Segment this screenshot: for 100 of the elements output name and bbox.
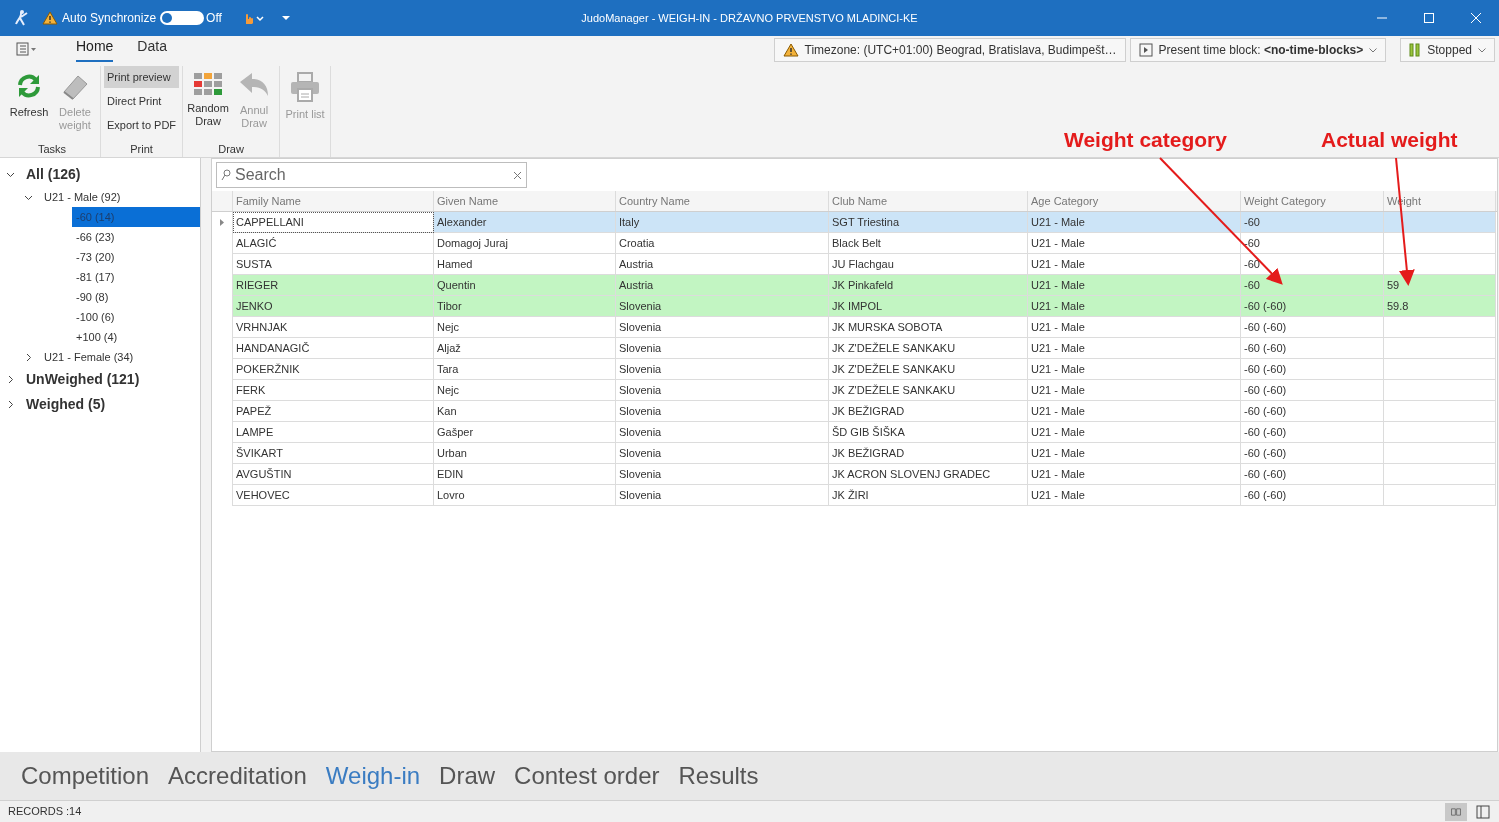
- search-input: Search: [235, 163, 509, 187]
- maximize-icon[interactable]: [1422, 12, 1435, 24]
- table-cell: CAPPELLANI: [233, 212, 434, 233]
- table-cell: ŠD GIB ŠIŠKA: [829, 422, 1028, 443]
- nav-tab[interactable]: Contest order: [514, 758, 660, 794]
- table-cell: U21 - Male: [1028, 296, 1241, 317]
- ribbon-tab[interactable]: Data: [137, 36, 167, 62]
- table-cell: ALAGIĆ: [233, 233, 434, 254]
- column-header[interactable]: Family Name: [233, 191, 434, 211]
- search-field[interactable]: Search: [216, 162, 527, 188]
- nav-tab[interactable]: Competition: [21, 758, 150, 794]
- group-label: Draw: [217, 142, 245, 157]
- table-cell: U21 - Male: [1028, 338, 1241, 359]
- tree-item[interactable]: UnWeighed (121): [22, 369, 140, 390]
- undo-arrow-icon: [238, 72, 271, 98]
- tree-item[interactable]: Weighed (5): [22, 394, 106, 415]
- tree-item[interactable]: -73 (20): [72, 248, 115, 266]
- table-cell: Lovro: [434, 485, 616, 506]
- app-menu-icon[interactable]: [16, 42, 38, 56]
- tree-item[interactable]: +100 (4): [72, 328, 118, 346]
- chevron-right-icon[interactable]: [6, 375, 15, 384]
- ribbon-button[interactable]: Direct Print: [104, 90, 180, 112]
- table-cell: U21 - Male: [1028, 212, 1241, 233]
- table-cell: JU Flachgau: [829, 254, 1028, 275]
- warning-icon: [782, 43, 799, 57]
- table-cell: Slovenia: [616, 443, 829, 464]
- timeblock-button[interactable]: Present time block: <no-time-blocks>: [1129, 38, 1387, 62]
- chevron-down-icon[interactable]: [6, 170, 15, 179]
- colored-grid-icon: [193, 72, 224, 96]
- table-cell: JK BEŽIGRAD: [829, 401, 1028, 422]
- table-cell: Tara: [434, 359, 616, 380]
- table-cell: -60: [1241, 233, 1384, 254]
- timezone-button[interactable]: Timezone: (UTC+01:00) Beograd, Bratislava, Budimpešt…: [773, 38, 1126, 62]
- table-cell: Alexander: [434, 212, 616, 233]
- table-cell: Slovenia: [616, 317, 829, 338]
- table-cell: U21 - Male: [1028, 317, 1241, 338]
- nav-tab[interactable]: Draw: [439, 758, 496, 794]
- table-cell: Slovenia: [616, 422, 829, 443]
- annotation-label: Weight category: [1064, 128, 1227, 151]
- table-cell: Austria: [616, 275, 829, 296]
- table-cell: Kan: [434, 401, 616, 422]
- chevron-right-icon[interactable]: [24, 352, 33, 362]
- ribbon-tab[interactable]: Home: [76, 36, 114, 62]
- table-cell: Nejc: [434, 380, 616, 401]
- tree-item[interactable]: -90 (8): [72, 288, 109, 306]
- table-cell: JK ŽIRI: [829, 485, 1028, 506]
- table-cell: SGT Triestina: [829, 212, 1028, 233]
- table-cell: JK IMPOL: [829, 296, 1028, 317]
- sync-state: Off: [206, 10, 222, 27]
- ribbon-button[interactable]: Print preview: [104, 66, 180, 88]
- tree-item[interactable]: -81 (17): [72, 268, 115, 286]
- table-cell: -60 (-60): [1241, 485, 1384, 506]
- sync-toggle[interactable]: [160, 11, 205, 25]
- tree-item[interactable]: U21 - Male (92): [40, 188, 121, 206]
- column-header[interactable]: Given Name: [434, 191, 616, 211]
- table-cell: JK Z'DEŽELE SANKAKU: [829, 359, 1028, 380]
- row-pointer-icon: [220, 219, 224, 226]
- ribbon-button[interactable]: Random Draw: [186, 66, 231, 141]
- table-cell: U21 - Male: [1028, 422, 1241, 443]
- table-cell: FERK: [233, 380, 434, 401]
- table-cell: Aljaž: [434, 338, 616, 359]
- tree-item[interactable]: -66 (23): [72, 228, 115, 246]
- tree-item[interactable]: -100 (6): [72, 308, 115, 326]
- column-header[interactable]: Age Category: [1028, 191, 1241, 211]
- tree-item[interactable]: U21 - Female (34): [40, 348, 134, 366]
- stopped-button[interactable]: Stopped: [1400, 38, 1495, 62]
- table-cell: Quentin: [434, 275, 616, 296]
- column-header[interactable]: Country Name: [616, 191, 829, 211]
- table-cell: -60 (-60): [1241, 338, 1384, 359]
- clear-icon[interactable]: [513, 170, 522, 180]
- tree-item[interactable]: All (126): [22, 164, 81, 185]
- table-cell: JENKO: [233, 296, 434, 317]
- ribbon-button[interactable]: Refresh: [7, 66, 51, 141]
- table-cell: Slovenia: [616, 380, 829, 401]
- reading-view-icon[interactable]: [1445, 802, 1467, 821]
- table-cell: U21 - Male: [1028, 233, 1241, 254]
- table-cell: HANDANAGIČ: [233, 338, 434, 359]
- window-title: JudoManager - WEIGH-IN - DRŽAVNO PRVENSTVO MLADINCI-KE: [581, 10, 918, 26]
- warning-icon: [42, 11, 58, 25]
- table-cell: VEHOVEC: [233, 485, 434, 506]
- dropdown-caret-icon[interactable]: [281, 15, 290, 21]
- layout-view-icon[interactable]: [1475, 803, 1491, 820]
- table-cell: Slovenia: [616, 401, 829, 422]
- nav-tab[interactable]: Results: [678, 758, 759, 794]
- table-cell: 59: [1384, 275, 1496, 296]
- nav-tab[interactable]: Accreditation: [168, 758, 307, 794]
- table-cell: U21 - Male: [1028, 275, 1241, 296]
- table-cell: Italy: [616, 212, 829, 233]
- chevron-right-icon[interactable]: [6, 400, 15, 409]
- table-cell: -60 (-60): [1241, 296, 1384, 317]
- column-header[interactable]: Weight Category: [1241, 191, 1384, 211]
- nav-tab[interactable]: Weigh-in: [325, 758, 421, 794]
- close-icon[interactable]: [1469, 12, 1482, 24]
- ribbon-button[interactable]: Export to PDF: [104, 114, 180, 136]
- chevron-down-icon: [1478, 47, 1486, 53]
- column-header[interactable]: Club Name: [829, 191, 1028, 211]
- table-cell: Croatia: [616, 233, 829, 254]
- table-cell: Hamed: [434, 254, 616, 275]
- table-cell: Tibor: [434, 296, 616, 317]
- table-cell: -60 (-60): [1241, 401, 1384, 422]
